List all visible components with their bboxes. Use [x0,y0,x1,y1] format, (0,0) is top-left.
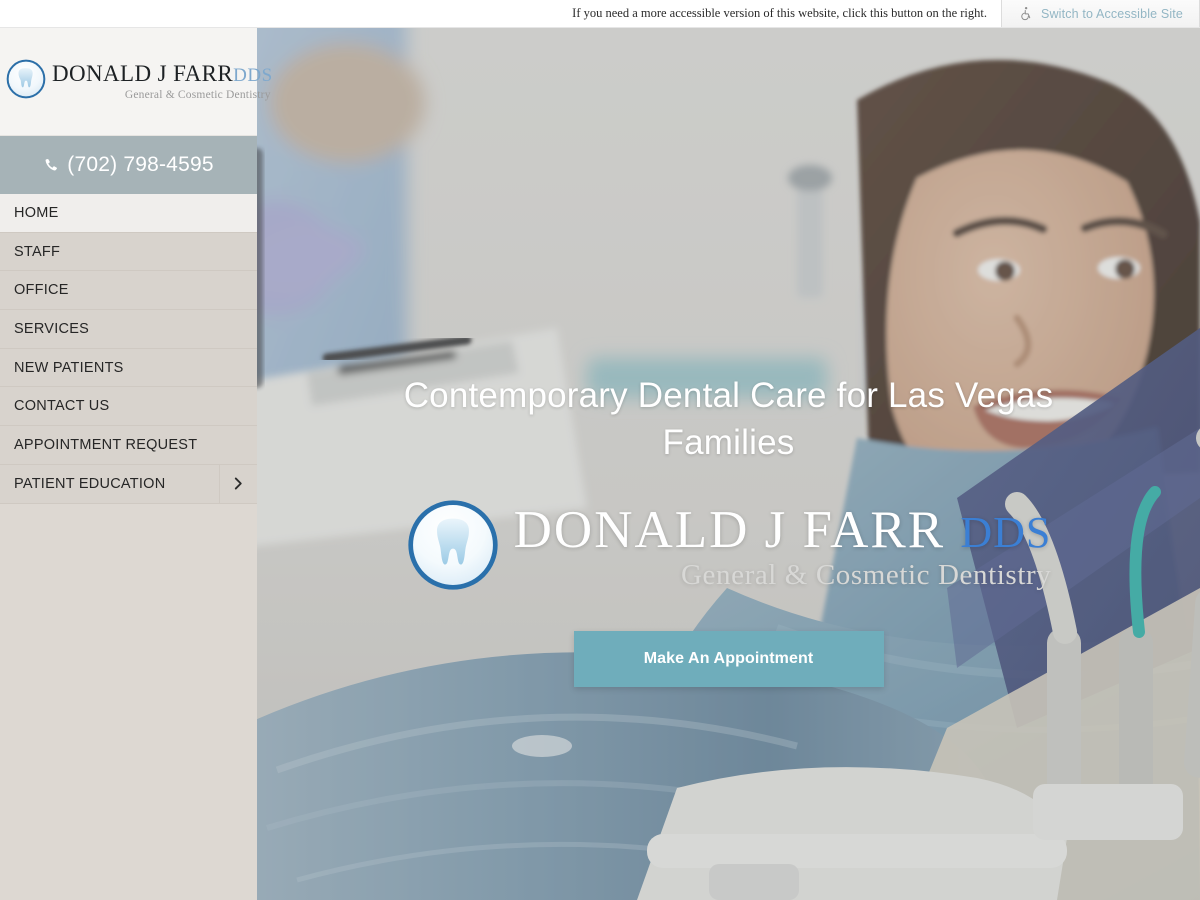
sidebar-tagline: General & Cosmetic Dentistry [124,89,271,102]
sidebar: DONALD J FARRDDS General & Cosmetic Dent… [0,28,272,900]
hero-practice-name: DONALD J FARR DDS [513,501,1052,560]
sidebar-item-label: CONTACT US [14,398,110,415]
sidebar-item-label: APPOINTMENT REQUEST [14,436,198,453]
tooth-circle-icon [406,498,500,597]
hero-credential: DDS [960,508,1052,558]
phone-number: (702) 798-4595 [67,153,214,176]
make-an-appointment-button[interactable]: Make An Appointment [573,631,884,688]
hero-section: Contemporary Dental Care for Las Vegas F… [257,28,1200,900]
switch-to-accessible-site-button[interactable]: Switch to Accessible Site [1000,0,1200,27]
sidebar-item-office[interactable]: OFFICE [0,271,257,311]
sidebar-item-label: NEW PATIENTS [14,359,124,376]
sidebar-item-patient-education[interactable]: PATIENT EDUCATION [0,464,257,504]
hero-tagline: General & Cosmetic Dentistry [680,559,1052,592]
phone-icon [43,157,59,173]
sidebar-item-label: OFFICE [14,282,69,299]
hero-logo: DONALD J FARR DDS General & Cosmetic Den… [406,498,1052,597]
sidebar-item-label: PATIENT EDUCATION [14,475,166,492]
hero-headline: Contemporary Dental Care for Las Vegas F… [403,376,1054,462]
sidebar-item-services[interactable]: SERVICES [0,310,257,349]
sidebar-item-home[interactable]: HOME [0,194,257,233]
sidebar-credential: DDS [233,64,273,86]
sidebar-item-staff[interactable]: STAFF [0,232,257,272]
accessibility-bar: If you need a more accessible version of… [0,0,1200,28]
sidebar-item-label: STAFF [14,243,61,260]
accessibility-note: If you need a more accessible version of… [572,6,987,20]
sidebar-practice-name: DONALD J FARRDDS [52,60,273,86]
phone-bar[interactable]: (702) 798-4595 [0,136,257,194]
sidebar-item-label: HOME [14,204,59,221]
sidebar-item-label: SERVICES [14,320,90,337]
sidebar-item-new-patients[interactable]: NEW PATIENTS [0,348,257,388]
wheelchair-icon [1018,6,1033,21]
chevron-right-icon[interactable] [219,464,257,503]
sidebar-item-contact-us[interactable]: CONTACT US [0,387,257,427]
sidebar-nav: HOME STAFF OFFICE SERVICES NEW PATIENTS … [0,194,257,504]
hero-content: Contemporary Dental Care for Las Vegas F… [257,28,1200,900]
sidebar-logo[interactable]: DONALD J FARRDDS General & Cosmetic Dent… [0,28,272,136]
switch-to-accessible-site-label: Switch to Accessible Site [1040,6,1183,21]
sidebar-item-appointment-request[interactable]: APPOINTMENT REQUEST [0,426,257,465]
tooth-circle-icon [6,59,52,104]
